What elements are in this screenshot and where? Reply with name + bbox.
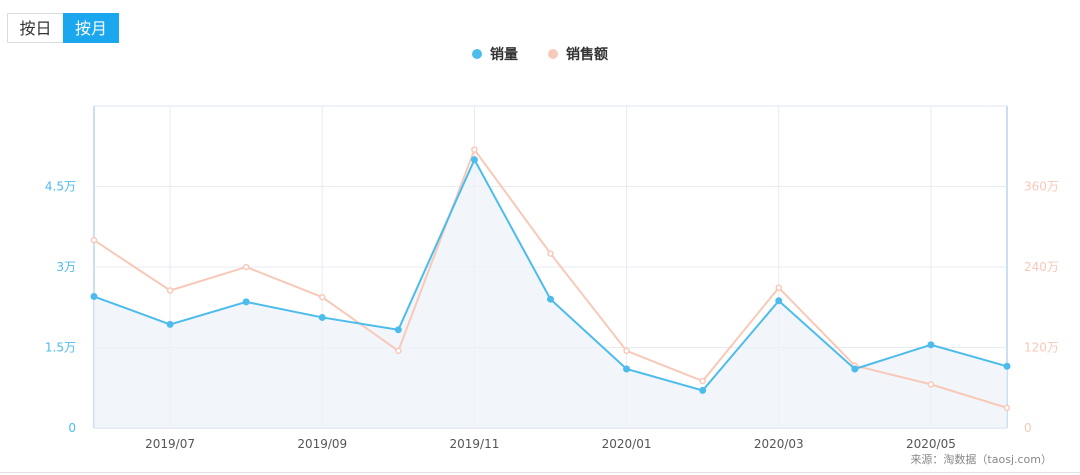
right-axis-tick-label: 120万 bbox=[1024, 341, 1059, 355]
sales-point bbox=[318, 313, 326, 321]
x-axis-tick-label: 2019/11 bbox=[449, 437, 499, 451]
revenue-point bbox=[395, 347, 402, 355]
revenue-point bbox=[242, 263, 250, 271]
right-axis-tick-label: 0 bbox=[1024, 421, 1032, 435]
sales-point bbox=[623, 365, 631, 373]
revenue-point bbox=[927, 381, 935, 388]
left-axis-tick-label: 1.5万 bbox=[45, 341, 76, 355]
revenue-point bbox=[319, 293, 326, 301]
right-axis-tick-label: 240万 bbox=[1024, 260, 1059, 274]
left-axis-tick-label: 4.5万 bbox=[45, 180, 76, 194]
revenue-point bbox=[90, 236, 98, 244]
revenue-point bbox=[699, 377, 706, 385]
x-axis-tick-label: 2019/09 bbox=[297, 437, 347, 451]
x-axis-tick-label: 2020/05 bbox=[906, 437, 956, 451]
revenue-point bbox=[471, 146, 478, 153]
sales-point bbox=[547, 295, 554, 303]
line-chart: 0 1.5万 3万 4.5万 0 120万 240万 360万 2019/07 2019/09 20… bbox=[45, 105, 1059, 451]
sales-point bbox=[470, 156, 478, 164]
sales-point bbox=[90, 293, 98, 301]
sales-point bbox=[1003, 362, 1011, 370]
sales-point bbox=[851, 365, 859, 373]
revenue-point bbox=[1003, 404, 1011, 412]
sales-point bbox=[166, 320, 174, 328]
sales-area bbox=[94, 159, 1007, 428]
sales-point bbox=[242, 298, 250, 306]
data-source-note: 来源：淘数据（taosj.com） bbox=[910, 453, 1052, 466]
revenue-point bbox=[775, 284, 782, 292]
x-axis-tick-label: 2020/03 bbox=[754, 437, 804, 451]
revenue-point bbox=[623, 347, 630, 355]
revenue-point bbox=[547, 250, 554, 257]
right-axis-tick-label: 360万 bbox=[1024, 180, 1059, 194]
revenue-point bbox=[166, 287, 174, 294]
left-axis-tick-label: 0 bbox=[68, 421, 76, 435]
sales-point bbox=[775, 297, 783, 305]
x-axis-tick-label: 2019/07 bbox=[145, 437, 195, 451]
sales-point bbox=[927, 341, 935, 349]
x-axis-tick-label: 2020/01 bbox=[602, 437, 652, 451]
sales-point bbox=[394, 326, 402, 334]
left-axis-tick-label: 3万 bbox=[56, 260, 76, 274]
bottom-divider bbox=[0, 472, 1080, 473]
sales-point bbox=[699, 386, 707, 394]
